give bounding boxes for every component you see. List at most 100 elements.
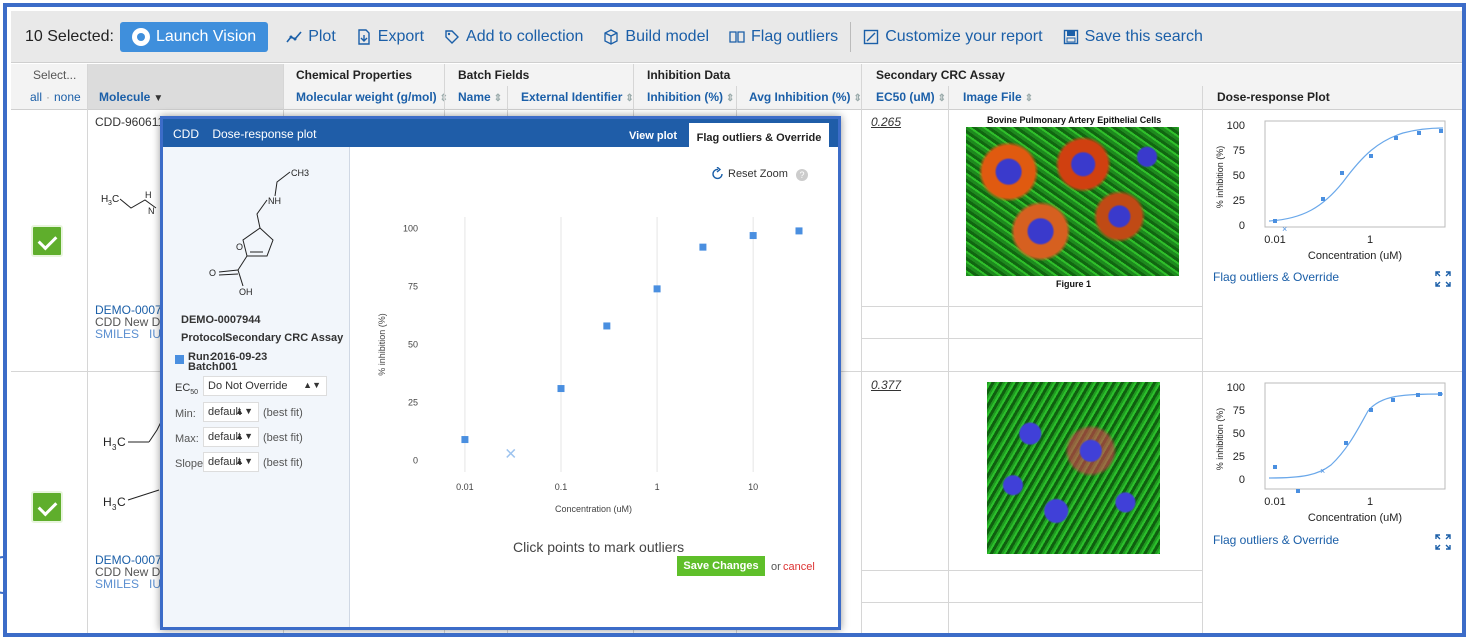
select-all-link[interactable]: all [30,90,42,104]
svg-text:C: C [112,194,119,205]
subrow-divider [861,306,1202,307]
ec50-override-select[interactable]: Do Not Override ▲▼ [203,376,327,396]
data-point[interactable] [653,285,661,293]
y-tick-label: 75 [408,282,418,292]
slope-select[interactable]: default ▲▼ [203,452,259,472]
subrow-divider [861,602,1202,603]
dose-response-modal: CDD Dose-response plot View plot Flag ou… [160,116,841,630]
select-separator: · [46,90,50,104]
plot-label: Plot [308,27,336,45]
select-arrow-icon: ▲▼ [235,431,253,441]
save-changes-button[interactable]: Save Changes [677,556,765,576]
molecule-structure-fragment: H 3 C H 3 C [103,422,162,512]
x-tick-label: 10 [748,482,758,492]
ec50-select-value: Do Not Override [208,380,288,392]
flag-outliers-link[interactable]: Flag outliers & Override [1213,270,1339,284]
min-select[interactable]: default ▲▼ [203,402,259,422]
mini-ytick: 100 [1227,382,1245,394]
save-search-button[interactable]: Save this search [1063,28,1203,46]
data-point[interactable] [699,243,707,251]
modal-sidebar: CH3 NH O O OH DEMO-0007944 Protocol: Sec… [163,147,350,627]
outlier-hint: Click points to mark outliers [513,539,685,555]
mini-ytick: 25 [1233,195,1245,207]
group-chemical-properties: Chemical Properties [296,68,413,82]
customize-report-button[interactable]: Customize your report [863,27,1043,46]
tab-view-plot[interactable]: View plot [617,121,689,147]
save-search-label: Save this search [1084,27,1203,45]
col-ec50[interactable]: EC50 (uM) ⇕ [876,90,946,104]
plot-icon [286,30,302,42]
flag-outliers-link[interactable]: Flag outliers & Override [1213,533,1339,547]
smiles-link[interactable]: SMILES [95,577,139,591]
x-tick-label: 1 [655,482,660,492]
col-molecular-weight[interactable]: Molecular weight (g/mol)⇕ [296,90,448,104]
select-label: Select... [33,68,77,82]
col-avg-inhibition-label: Avg Inhibition (%) [749,90,851,104]
ec50-label: EC50 [175,382,198,396]
row-checkbox-checked[interactable] [31,491,63,523]
select-none-link[interactable]: none [54,90,81,104]
table-header-groups: Select... Chemical Properties Batch Fiel… [11,64,1462,86]
modal-header: CDD Dose-response plot View plot Flag ou… [163,119,838,147]
data-point[interactable] [795,227,803,235]
export-button[interactable]: Export [356,28,424,46]
cancel-link[interactable]: cancel [783,561,815,573]
mini-dose-response-plot[interactable]: 100 75 50 25 0 0.01 1 Concentration (uM)… [1213,117,1458,267]
ec50-value[interactable]: 0.265 [871,115,901,129]
row-checkbox-checked[interactable] [31,225,63,257]
report-icon [863,29,879,44]
molecule-structure: CH3 NH O O OH [209,168,309,297]
sort-icon: ⇕ [493,93,503,104]
microscopy-image[interactable] [987,382,1160,554]
mini-ytick: 0 [1239,474,1245,486]
y-axis-label: % inhibition (%) [377,313,387,376]
build-model-button[interactable]: Build model [603,28,709,46]
col-inhibition-label: Inhibition (%) [647,90,723,104]
add-to-collection-button[interactable]: Add to collection [444,28,583,46]
microscopy-image[interactable] [966,127,1179,276]
customize-report-label: Customize your report [885,27,1043,45]
col-image-file[interactable]: Image File ⇕ [963,90,1033,104]
protocol-link[interactable]: Secondary CRC Assay [225,332,343,344]
svg-text:N: N [148,206,155,216]
expand-icon[interactable] [1435,271,1451,287]
flag-outliers-button[interactable]: Flag outliers [729,28,838,46]
data-point[interactable] [557,385,565,393]
col-dose-response-plot: Dose-response Plot [1217,90,1330,104]
col-divider [87,64,88,633]
mini-dose-response-plot[interactable]: 100 75 50 25 0 0.01 1 Concentration (uM)… [1213,379,1458,529]
vision-icon [131,27,150,46]
flag-outliers-label: Flag outliers [751,27,839,45]
smiles-link[interactable]: SMILES [95,327,139,341]
reset-zoom-link[interactable]: Reset Zoom [728,168,788,180]
mini-xtick: 1 [1367,496,1373,508]
mini-ytick: 0 [1239,220,1245,232]
data-point[interactable] [461,436,469,444]
ec50-value[interactable]: 0.377 [871,378,901,392]
tab-flag-outliers[interactable]: Flag outliers & Override [689,121,829,147]
expand-icon[interactable] [1435,534,1451,550]
col-inhibition[interactable]: Inhibition (%) ⇕ [647,90,734,104]
image-title: Bovine Pulmonary Artery Epithelial Cells [987,115,1162,125]
col-external-identifier[interactable]: External Identifier ⇕ [521,90,634,104]
help-icon[interactable]: ? [796,169,808,181]
max-select[interactable]: default ▲▼ [203,427,259,447]
sort-desc-icon: ▼ [153,93,164,104]
col-name[interactable]: Name ⇕ [458,90,502,104]
reset-zoom-icon[interactable] [711,167,725,181]
molecule-id[interactable]: CDD-960611 [95,115,164,129]
col-molecule[interactable]: Molecule ▼ [99,90,163,104]
col-molecule-label: Molecule [99,90,151,104]
data-point[interactable] [749,232,757,240]
flag-book-icon [729,30,745,43]
plot-button[interactable]: Plot [286,28,336,46]
svg-text:H: H [145,190,152,200]
mini-ylabel: % inhibition (%) [1215,408,1225,471]
dose-response-chart[interactable]: 0.01 0.1 1 100255075100Concentration (uM)% … [371,202,831,542]
mini-xlabel: Concentration (uM) [1308,250,1402,262]
modal-molecule-link[interactable]: DEMO-0007944 [181,314,261,326]
selected-count: 10 Selected: [25,27,114,45]
launch-vision-button[interactable]: Launch Vision [119,21,269,52]
col-avg-inhibition[interactable]: Avg Inhibition (%) ⇕ [749,90,862,104]
data-point[interactable] [603,322,611,330]
